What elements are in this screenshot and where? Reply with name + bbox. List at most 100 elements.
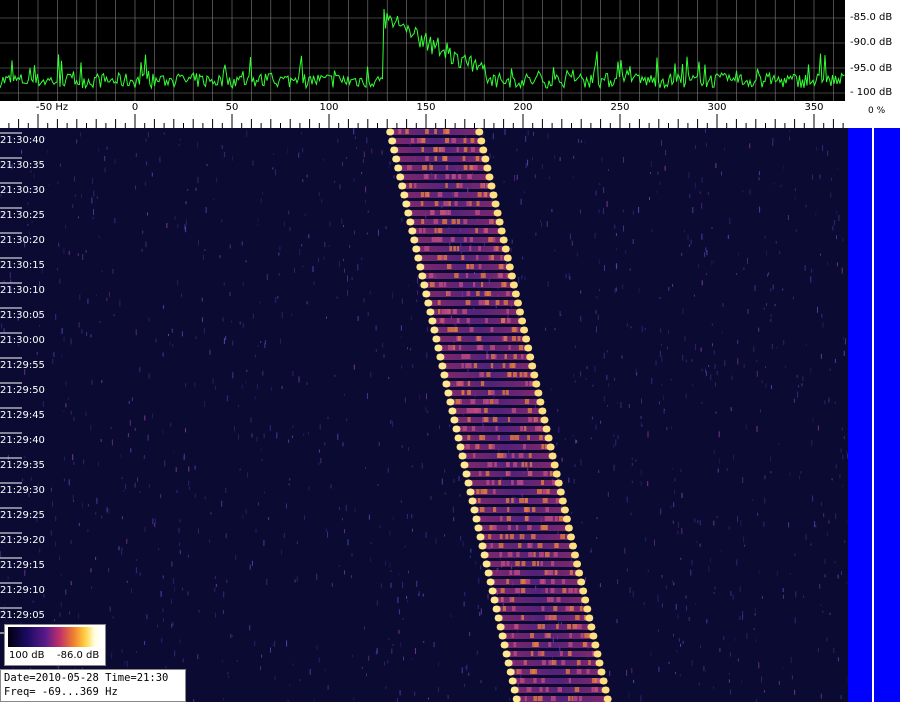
waterfall-noise-speck [232, 155, 233, 161]
waterfall-noise-speck [398, 609, 400, 615]
waterfall-noise-speck [65, 380, 67, 386]
waterfall-noise-speck [400, 197, 402, 203]
signal-speckle [484, 417, 489, 422]
signal-speckle [586, 669, 590, 674]
signal-band-row [477, 534, 574, 540]
waterfall-noise-speck [742, 615, 743, 621]
signal-edge-blob [546, 443, 555, 451]
signal-edge-blob [497, 227, 506, 235]
signal-edge-blob [458, 452, 467, 460]
signal-speckle [502, 390, 505, 395]
waterfall-noise-speck [581, 521, 583, 524]
waterfall-noise-speck [775, 240, 777, 244]
waterfall-noise-speck [795, 229, 797, 232]
waterfall-noise-speck [222, 610, 224, 615]
waterfall-noise-speck [801, 383, 803, 387]
signal-speckle [513, 642, 517, 647]
waterfall-noise-speck [221, 219, 223, 223]
signal-speckle [511, 336, 516, 341]
signal-speckle [506, 462, 510, 467]
signal-edge-blob [577, 578, 586, 586]
signal-edge-blob [491, 200, 500, 208]
waterfall-noise-speck [803, 595, 805, 598]
signal-speckle [575, 615, 580, 620]
signal-speckle [544, 516, 550, 521]
signal-speckle [459, 183, 463, 188]
signal-speckle [446, 264, 452, 269]
waterfall-noise-speck [691, 359, 693, 362]
waterfall-noise-speck [571, 511, 573, 514]
waterfall-noise-speck [539, 220, 541, 223]
waterfall-noise-speck [713, 686, 714, 689]
waterfall-noise-speck [179, 550, 181, 554]
signal-speckle [484, 408, 488, 413]
signal-speckle [513, 462, 518, 467]
waterfall-noise-speck [598, 259, 600, 265]
signal-speckle [478, 345, 484, 350]
waterfall-noise-speck [288, 439, 290, 443]
signal-speckle [511, 408, 517, 413]
spectrum-plot [0, 0, 845, 101]
signal-edge-blob [434, 344, 443, 352]
signal-edge-blob [571, 551, 579, 559]
waterfall-noise-speck [780, 184, 782, 187]
waterfall-noise-speck [504, 129, 506, 136]
waterfall-noise-speck [568, 273, 570, 279]
waterfall-noise-speck [480, 608, 482, 615]
waterfall-noise-speck [353, 364, 355, 370]
signal-speckle [569, 570, 573, 575]
waterfall-noise-speck [785, 365, 787, 368]
signal-speckle [520, 480, 524, 485]
signal-speckle [410, 138, 415, 143]
signal-speckle [447, 291, 451, 296]
waterfall-noise-speck [135, 329, 137, 336]
waterfall-noise-speck [98, 147, 100, 152]
waterfall-noise-speck [326, 316, 327, 319]
signal-speckle [421, 219, 425, 224]
signal-speckle [511, 480, 514, 485]
signal-speckle [536, 561, 540, 566]
signal-speckle [443, 201, 449, 206]
waterfall-noise-speck [480, 680, 482, 684]
waterfall-noise-speck [338, 506, 340, 510]
signal-speckle [502, 606, 506, 611]
waterfall-noise-speck [682, 354, 684, 361]
waterfall-noise-speck [620, 402, 622, 409]
signal-speckle [438, 282, 443, 287]
waterfall-noise-speck [131, 397, 133, 402]
signal-speckle [501, 318, 506, 323]
signal-speckle [499, 534, 503, 539]
waterfall-noise-speck [366, 673, 367, 677]
waterfall-noise-speck [3, 604, 5, 607]
waterfall-noise-speck [144, 527, 146, 532]
signal-edge-blob [485, 173, 494, 181]
signal-speckle [473, 165, 478, 170]
signal-edge-blob [446, 398, 455, 406]
waterfall-noise-speck [664, 165, 666, 171]
waterfall-noise-speck [602, 208, 604, 214]
signal-band-row [491, 597, 589, 603]
waterfall-noise-speck [70, 539, 72, 544]
signal-speckle [542, 498, 548, 503]
waterfall-noise-speck [223, 152, 225, 158]
waterfall-noise-speck [541, 222, 543, 228]
waterfall-noise-speck [242, 514, 244, 519]
waterfall-noise-speck [205, 207, 207, 214]
waterfall-noise-speck [124, 660, 126, 666]
waterfall-noise-speck [204, 496, 206, 500]
waterfall-noise-speck [656, 190, 658, 193]
waterfall-noise-speck [714, 586, 716, 590]
waterfall-noise-speck [3, 280, 5, 283]
waterfall-noise-speck [673, 502, 675, 508]
waterfall-noise-speck [387, 660, 389, 664]
waterfall-noise-speck [142, 230, 144, 234]
waterfall-noise-speck [288, 210, 290, 215]
waterfall-noise-speck [238, 405, 240, 407]
signal-speckle [449, 246, 453, 251]
signal-speckle [481, 183, 485, 188]
db-tick-label: -95.0 dB [850, 63, 893, 74]
waterfall-noise-speck [680, 557, 682, 560]
waterfall-noise-speck [629, 587, 631, 594]
signal-speckle [426, 192, 430, 197]
signal-speckle [470, 399, 476, 404]
